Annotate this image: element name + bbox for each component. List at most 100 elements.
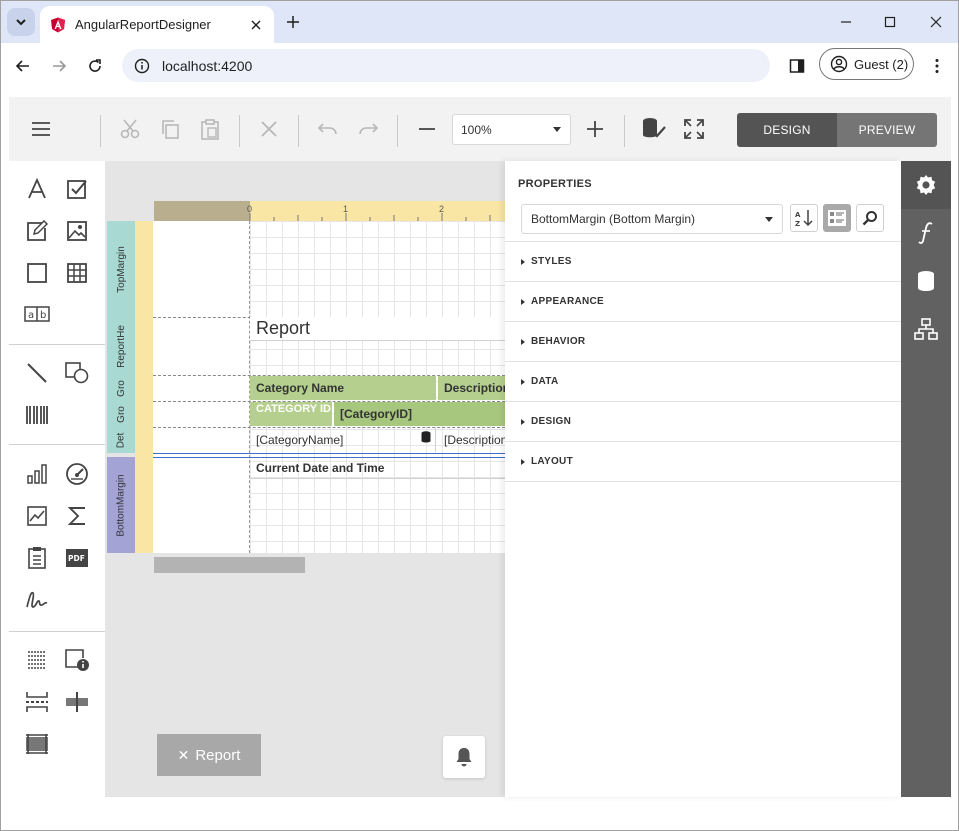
paste-button[interactable]	[196, 115, 224, 143]
cross-band-line-tool[interactable]	[64, 689, 90, 715]
gauge-tool[interactable]	[64, 461, 90, 487]
footer-date-label[interactable]: Current Date and Time	[250, 457, 505, 479]
band-group-header-2[interactable]: Gro	[107, 401, 135, 427]
report-page[interactable]: Report Category Name Description CATEGOR…	[153, 221, 505, 553]
browser-tab[interactable]: AngularReportDesigner	[40, 6, 274, 43]
group-appearance[interactable]: APPEARANCE	[505, 282, 901, 322]
line-tool[interactable]	[24, 360, 50, 386]
page-break-tool[interactable]	[24, 689, 50, 715]
copy-button[interactable]	[156, 115, 184, 143]
horizontal-scrollbar[interactable]	[154, 557, 305, 573]
report-tab[interactable]: ✕ Report	[157, 734, 261, 776]
tab-close-button[interactable]	[246, 15, 266, 35]
ruler-number: 1	[343, 204, 349, 214]
preview-mode-button[interactable]: PREVIEW	[837, 113, 937, 147]
categorized-view-button[interactable]	[823, 204, 851, 232]
page-info-tool[interactable]	[24, 647, 50, 673]
field-list-tab[interactable]	[901, 257, 951, 305]
group-category-id-field[interactable]: [CategoryID]	[334, 402, 505, 426]
zoom-select[interactable]: 100%	[452, 114, 571, 145]
window-close-button[interactable]	[926, 12, 946, 32]
forward-button[interactable]	[47, 54, 71, 78]
band-top-margin[interactable]: TopMargin	[107, 221, 135, 317]
report-explorer-tab[interactable]	[901, 305, 951, 353]
table-of-contents-tool[interactable]	[24, 545, 50, 571]
fullscreen-button[interactable]	[680, 115, 708, 143]
component-selector[interactable]: BottomMargin (Bottom Margin)	[521, 204, 783, 234]
expand-arrow-icon	[521, 258, 525, 265]
table-tool[interactable]	[64, 260, 90, 286]
header-description[interactable]: Description	[438, 376, 505, 400]
detail-description[interactable]: [Description]	[438, 428, 505, 452]
detail-category-name[interactable]: [CategoryName]	[250, 428, 436, 452]
expand-arrow-icon	[521, 418, 525, 425]
page-left-margin	[153, 221, 250, 553]
band-report-header[interactable]: ReportHe	[107, 317, 135, 375]
page-break-icon	[26, 692, 48, 712]
zoom-in-button[interactable]	[581, 115, 609, 143]
design-surface[interactable]: 0 1 2 TopMargin ReportHe Gro Gro Det Bot…	[105, 161, 505, 797]
band-name: Gro	[115, 379, 127, 397]
sort-alphabetically-button[interactable]: AZ	[790, 204, 818, 232]
expand-arrow-icon	[521, 338, 525, 345]
properties-tab[interactable]	[901, 161, 951, 209]
redo-button[interactable]	[354, 115, 382, 143]
search-properties-button[interactable]	[856, 204, 884, 232]
new-tab-button[interactable]	[283, 12, 303, 32]
back-button[interactable]	[11, 54, 35, 78]
site-info-icon[interactable]	[134, 58, 150, 74]
header-category-name[interactable]: Category Name	[250, 376, 436, 400]
label-tool[interactable]	[24, 176, 50, 202]
group-layout[interactable]: LAYOUT	[505, 442, 901, 482]
toolbar-separator	[100, 115, 101, 147]
profile-button[interactable]: Guest (2)	[819, 48, 914, 80]
group-styles[interactable]: STYLES	[505, 242, 901, 282]
minimize-button[interactable]	[836, 12, 856, 32]
group-data[interactable]: DATA	[505, 362, 901, 402]
pdf-icon: PDF	[66, 549, 88, 567]
validate-bindings-button[interactable]	[640, 115, 668, 143]
picture-box-tool[interactable]	[64, 218, 90, 244]
checkbox-tool[interactable]	[64, 176, 90, 202]
pdf-content-tool[interactable]: PDF	[64, 545, 90, 571]
tab-search-button[interactable]	[7, 8, 35, 36]
cross-band-box-tool[interactable]	[24, 731, 50, 757]
notifications-button[interactable]	[443, 736, 485, 778]
bar-chart-icon	[27, 464, 47, 484]
report-title-label[interactable]: Report	[250, 317, 505, 341]
group-design[interactable]: DESIGN	[505, 402, 901, 442]
maximize-button[interactable]	[880, 12, 900, 32]
page-info-detail-tool[interactable]	[64, 647, 90, 673]
band-detail[interactable]: Det	[107, 427, 135, 453]
browser-menu-button[interactable]	[925, 54, 949, 78]
address-bar[interactable]: localhost:4200	[122, 49, 770, 82]
close-icon	[930, 16, 942, 28]
band-bottom-margin[interactable]: BottomMargin	[107, 457, 135, 553]
side-panel-icon	[789, 59, 805, 73]
reload-button[interactable]	[83, 54, 107, 78]
undo-button[interactable]	[314, 115, 342, 143]
band-group-header-1[interactable]: Gro	[107, 375, 135, 401]
panel-tool[interactable]	[24, 260, 50, 286]
summary-tool[interactable]	[64, 503, 90, 529]
delete-button[interactable]	[255, 115, 283, 143]
close-icon[interactable]: ✕	[178, 747, 190, 764]
rich-text-tool[interactable]	[24, 218, 50, 244]
shape-tool[interactable]	[64, 360, 90, 386]
design-mode-button[interactable]: DESIGN	[737, 113, 837, 147]
character-comb-tool[interactable]: ab	[24, 301, 50, 327]
expressions-tab[interactable]	[901, 209, 951, 257]
clipboard-icon	[201, 119, 219, 140]
sparkline-tool[interactable]	[24, 503, 50, 529]
image-icon	[67, 221, 87, 241]
group-category-id-label[interactable]: CATEGORY ID	[250, 402, 332, 426]
barcode-tool[interactable]	[24, 402, 50, 428]
side-panel-button[interactable]	[785, 54, 809, 78]
group-behavior[interactable]: BEHAVIOR	[505, 322, 901, 362]
more-vertical-icon	[935, 59, 939, 73]
chart-tool[interactable]	[24, 461, 50, 487]
menu-button[interactable]	[27, 115, 55, 143]
cut-button[interactable]	[116, 115, 144, 143]
zoom-out-button[interactable]	[413, 115, 441, 143]
signature-tool[interactable]	[24, 587, 50, 613]
